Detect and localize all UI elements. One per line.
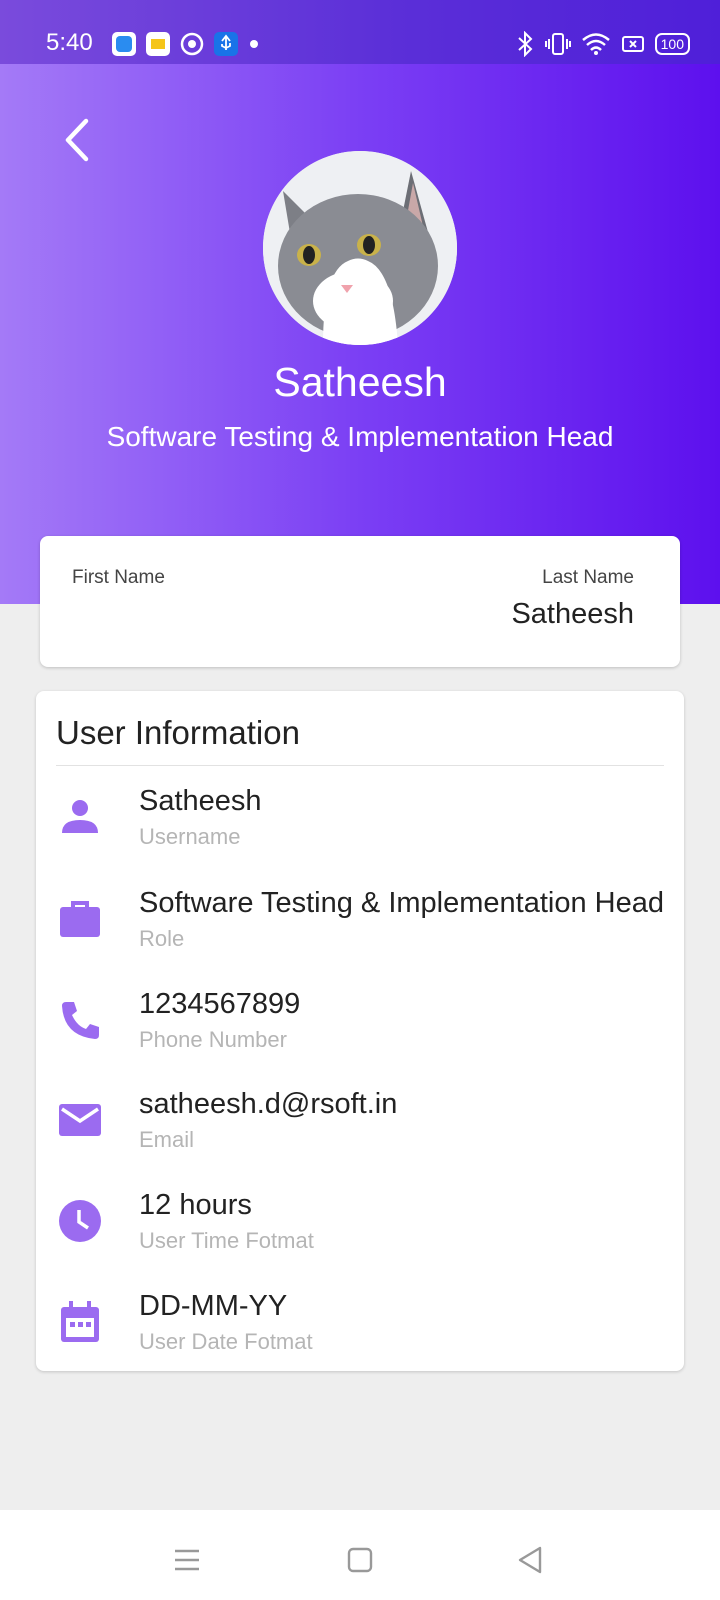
menu-icon[interactable]: [170, 1543, 204, 1577]
role-label: Role: [139, 926, 185, 951]
avatar: [263, 151, 457, 345]
last-name-value: Satheesh: [511, 598, 634, 630]
back-icon[interactable]: [514, 1543, 548, 1577]
list-item-date-format[interactable]: DD-MM-YY User Date Fotmat: [36, 1286, 684, 1371]
vibrate-icon: [544, 33, 571, 55]
notification-icons: [112, 32, 260, 56]
cat-avatar-image: [263, 151, 457, 345]
last-name-label: Last Name: [542, 567, 634, 588]
battery-level: 100: [660, 36, 684, 52]
profile-header: Satheesh Software Testing & Implementati…: [0, 64, 720, 604]
usb-icon: [214, 32, 238, 56]
list-item-phone[interactable]: 1234567899 Phone Number: [36, 984, 684, 1076]
wifi-icon: [581, 33, 610, 55]
email-value: satheesh.d@rsoft.in: [139, 1088, 398, 1120]
date-format-label: User Date Fotmat: [139, 1329, 313, 1354]
phone-label: Phone Number: [139, 1027, 287, 1052]
bluetooth-icon: [517, 31, 533, 57]
role-value: Software Testing & Implementation Head: [139, 887, 664, 919]
system-navigation-bar: [0, 1510, 720, 1600]
username-label: Username: [139, 824, 241, 849]
divider: [56, 765, 664, 766]
profile-role: Software Testing & Implementation Head: [106, 421, 614, 452]
home-icon[interactable]: [343, 1543, 377, 1577]
user-information-title: User Information: [56, 714, 300, 751]
app-blue-icon: [112, 32, 136, 56]
phone-value: 1234567899: [139, 988, 301, 1020]
list-item-email[interactable]: satheesh.d@rsoft.in Email: [36, 1084, 684, 1176]
calendar-icon: [61, 1301, 99, 1342]
list-item-username[interactable]: Satheesh Username: [36, 781, 684, 873]
name-card: First Name Last Name Satheesh: [40, 536, 680, 667]
list-item-role[interactable]: Software Testing & Implementation Head R…: [36, 883, 684, 975]
email-label: Email: [139, 1127, 195, 1152]
list-item-time-format[interactable]: 12 hours User Time Fotmat: [36, 1185, 684, 1277]
system-icons: 100: [515, 31, 690, 57]
clock-icon: [59, 1200, 101, 1242]
profile-name: Satheesh: [273, 359, 447, 405]
username-value: Satheesh: [139, 785, 262, 817]
battery-icon: 100: [654, 33, 690, 55]
date-format-value: DD-MM-YY: [139, 1290, 288, 1322]
briefcase-icon: [60, 901, 100, 937]
status-bar: 5:40 100: [0, 0, 720, 64]
time-format-value: 12 hours: [139, 1189, 252, 1221]
screen-icon: [621, 36, 644, 52]
person-icon: [62, 800, 98, 833]
user-information-card: User Information Satheesh Username Softw…: [36, 691, 684, 1371]
time-format-label: User Time Fotmat: [139, 1228, 314, 1253]
status-time: 5:40: [46, 29, 93, 56]
phone-icon: [62, 1002, 99, 1039]
first-name-label: First Name: [72, 567, 165, 588]
email-icon: [59, 1104, 101, 1136]
chrome-icon: [180, 32, 204, 56]
back-arrow-icon[interactable]: [56, 113, 100, 167]
app-yellow-icon: [146, 32, 170, 56]
dot-icon: [250, 40, 258, 48]
